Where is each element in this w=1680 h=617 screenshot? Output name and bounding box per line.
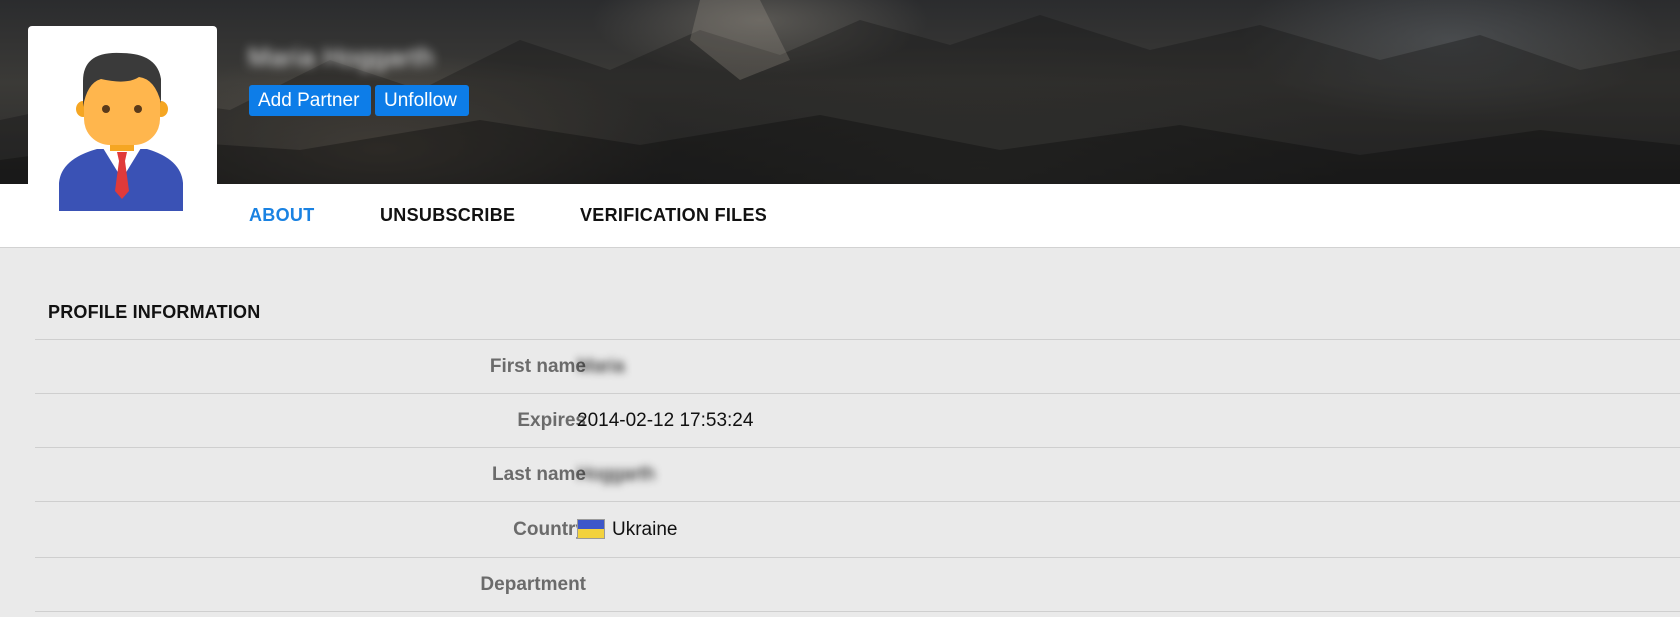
field-row-expires: Expires 2014-02-12 17:53:24	[35, 393, 1680, 447]
profile-tabs: ABOUT UNSUBSCRIBE VERIFICATION FILES	[0, 184, 1680, 248]
tab-verification-files[interactable]: VERIFICATION FILES	[580, 184, 767, 247]
avatar	[28, 26, 217, 216]
section-title: PROFILE INFORMATION	[48, 302, 261, 322]
field-row-last-name: Last name Hoggarth	[35, 447, 1680, 501]
country-name: Ukraine	[612, 519, 678, 540]
field-label: Last name	[492, 464, 586, 485]
tab-about[interactable]: ABOUT	[249, 184, 315, 247]
profile-cover-banner: Maria Hoggarth Add Partner Unfollow	[0, 0, 1680, 184]
ukraine-flag-icon	[577, 519, 605, 539]
field-label: First name	[489, 356, 586, 377]
tab-unsubscribe[interactable]: UNSUBSCRIBE	[380, 184, 515, 247]
field-value: Maria	[577, 356, 625, 377]
field-row-country: Country Ukraine	[35, 501, 1680, 557]
profile-page: Maria Hoggarth Add Partner Unfollow ABOU…	[0, 0, 1680, 617]
field-label: Expires	[517, 410, 586, 431]
add-partner-button[interactable]: Add Partner	[249, 85, 371, 116]
unfollow-button[interactable]: Unfollow	[375, 85, 469, 116]
profile-name: Maria Hoggarth	[248, 42, 435, 72]
field-row-first-name: First name Maria	[35, 339, 1680, 393]
field-label: Department	[480, 574, 586, 595]
field-label: Country	[513, 519, 586, 540]
field-value: Hoggarth	[577, 464, 656, 485]
field-value-country: Ukraine	[577, 502, 677, 557]
field-value: 2014-02-12 17:53:24	[577, 410, 754, 431]
field-row-department: Department	[35, 557, 1680, 612]
businessman-avatar-icon	[59, 52, 183, 211]
profile-info-list: First name Maria Expires 2014-02-12 17:5…	[35, 339, 1680, 612]
